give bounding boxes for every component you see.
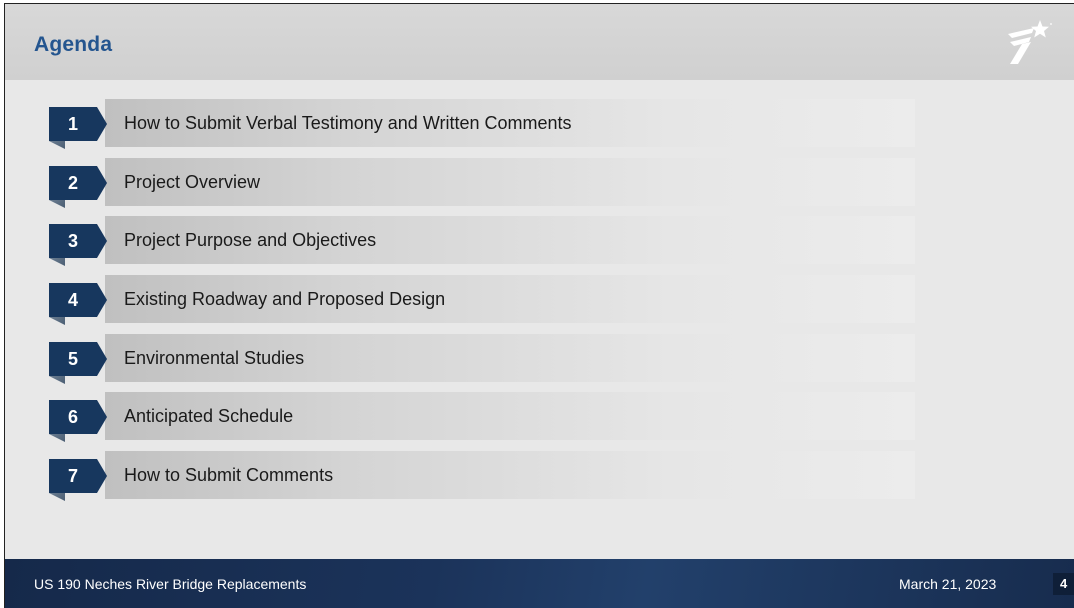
agenda-item-number: 6	[49, 400, 97, 434]
txdot-logo-icon	[1008, 20, 1052, 64]
slide-footer: US 190 Neches River Bridge Replacements …	[5, 559, 1074, 608]
number-shadow	[49, 376, 65, 384]
chevron-right-icon	[97, 166, 107, 200]
agenda-item: 6 Anticipated Schedule	[49, 392, 915, 442]
number-shadow	[49, 141, 65, 149]
chevron-right-icon	[97, 459, 107, 493]
agenda-item-label: Anticipated Schedule	[124, 406, 294, 426]
footer-date: March 21, 2023	[899, 576, 997, 592]
agenda-item: 7 How to Submit Comments	[49, 451, 915, 501]
agenda-item-label: How to Submit Comments	[124, 465, 334, 485]
number-shadow	[49, 258, 65, 266]
number-shadow	[49, 434, 65, 442]
agenda-item-label: Existing Roadway and Proposed Design	[124, 289, 446, 309]
agenda-item-label: Project Purpose and Objectives	[124, 230, 377, 250]
chevron-right-icon	[97, 224, 107, 258]
page-title: Agenda	[34, 33, 113, 56]
chevron-right-icon	[97, 283, 107, 317]
agenda-item-number: 4	[49, 283, 97, 317]
agenda-item-number: 5	[49, 342, 97, 376]
agenda-item-number: 1	[49, 107, 97, 141]
number-shadow	[49, 493, 65, 501]
slide: Agenda 1 How to Submit Verbal Testimony …	[4, 3, 1074, 608]
chevron-right-icon	[97, 107, 107, 141]
agenda-item: 4 Existing Roadway and Proposed Design	[49, 275, 915, 325]
page-number-badge: 4	[1053, 573, 1074, 595]
number-shadow	[49, 200, 65, 208]
footer-project-name: US 190 Neches River Bridge Replacements	[34, 576, 307, 592]
agenda-item-number: 7	[49, 459, 97, 493]
slide-header: Agenda	[5, 4, 1074, 80]
chevron-right-icon	[97, 400, 107, 434]
agenda-item-label: Environmental Studies	[124, 348, 305, 368]
agenda-item-label: Project Overview	[124, 172, 261, 192]
agenda-item: 1 How to Submit Verbal Testimony and Wri…	[49, 99, 915, 149]
agenda-item: 2 Project Overview	[49, 158, 915, 208]
agenda-item-label: How to Submit Verbal Testimony and Writt…	[124, 113, 572, 133]
agenda-item: 3 Project Purpose and Objectives	[49, 216, 915, 266]
agenda-item-number: 3	[49, 224, 97, 258]
agenda-item-number: 2	[49, 166, 97, 200]
agenda-item: 5 Environmental Studies	[49, 334, 915, 384]
chevron-right-icon	[97, 342, 107, 376]
number-shadow	[49, 317, 65, 325]
